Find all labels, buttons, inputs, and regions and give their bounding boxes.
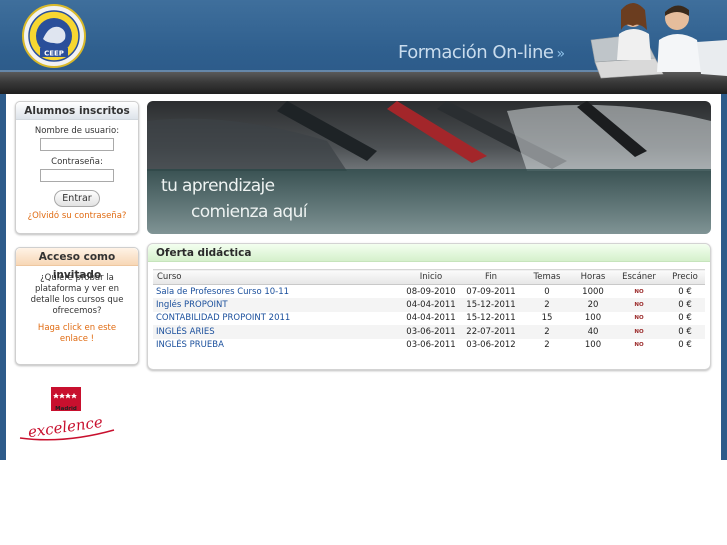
column-header-precio[interactable]: Precio (665, 269, 705, 285)
topics-count: 0 (544, 286, 550, 297)
login-panel: Alumnos inscritos Nombre de usuario: Con… (15, 101, 139, 234)
hours: 100 (584, 313, 602, 324)
scanner-badge: NO (613, 298, 665, 312)
offer-panel-title: Oferta didáctica (148, 244, 710, 262)
topics-count: 2 (544, 340, 550, 351)
end-date: 22-07-2011 (461, 325, 521, 339)
course-link[interactable]: Inglés PROPOINT (153, 298, 401, 312)
banner-line2: comienza aquí (191, 202, 308, 222)
login-panel-title: Alumnos inscritos (16, 102, 138, 120)
scanner-badge: NO (613, 325, 665, 339)
end-date: 15-12-2011 (466, 313, 516, 324)
start-date: 08-09-2010 (406, 286, 456, 297)
start-date: 04-04-2011 (401, 298, 461, 312)
column-header-escaner[interactable]: Escáner (613, 269, 665, 285)
column-header-curso[interactable]: Curso (153, 269, 401, 285)
column-header-inicio[interactable]: Inicio (401, 269, 461, 285)
end-date: 07-09-2011 (466, 286, 516, 297)
course-link[interactable]: INGLÉS ARIES (153, 325, 401, 339)
ceep-logo[interactable]: CEEP (21, 3, 87, 69)
table-row[interactable]: Inglés PROPOINT 04-04-2011 15-12-2011 2 … (153, 298, 705, 312)
frame-right (721, 94, 727, 460)
guest-description: ¿Quiere probar la plataforma y ver en de… (30, 273, 124, 316)
price: 0 € (665, 325, 705, 339)
page-bottom (0, 460, 727, 545)
hours: 100 (584, 340, 602, 351)
topics-count: 2 (521, 298, 573, 312)
login-button[interactable]: Entrar (54, 190, 100, 207)
logo-text: CEEP (44, 50, 64, 58)
hours: 40 (573, 325, 613, 339)
course-link[interactable]: CONTABILIDAD PROPOINT 2011 (153, 312, 401, 326)
scanner-badge: NO (634, 342, 644, 349)
forgot-password-link[interactable]: ¿Olvidó su contraseña? (16, 211, 138, 221)
courses-table: Curso Inicio Fin Temas Horas Escáner Pre… (153, 269, 705, 352)
price: 0 € (665, 298, 705, 312)
start-date: 03-06-2011 (406, 340, 456, 351)
table-row[interactable]: CONTABILIDAD PROPOINT 2011 04-04-2011 15… (153, 312, 705, 326)
tagline: Formación On-line» (398, 42, 565, 63)
table-row[interactable]: Sala de Profesores Curso 10-11 08-09-201… (153, 285, 705, 299)
scanner-badge: NO (634, 288, 644, 295)
excelence-script: excelence (27, 413, 104, 441)
start-date: 04-04-2011 (406, 313, 456, 324)
guest-panel-title: Acceso como invitado (16, 248, 138, 281)
course-link[interactable]: INGLÉS PRUEBA (153, 339, 401, 353)
hours: 1000 (582, 286, 604, 297)
madrid-logo-text: Madrid (55, 406, 77, 412)
scanner-badge: NO (634, 315, 644, 322)
column-header-fin[interactable]: Fin (461, 269, 521, 285)
tagline-arrows-icon: » (556, 46, 565, 62)
topics-count: 15 (541, 313, 553, 324)
hours: 20 (573, 298, 613, 312)
start-date: 03-06-2011 (401, 325, 461, 339)
column-header-temas[interactable]: Temas (521, 269, 573, 285)
end-date: 15-12-2011 (461, 298, 521, 312)
banner-line1: tu aprendizaje (161, 176, 275, 196)
offer-panel: Oferta didáctica Curso Inicio Fin Temas … (147, 243, 711, 370)
topics-count: 2 (521, 325, 573, 339)
course-link[interactable]: Sala de Profesores Curso 10-11 (153, 285, 401, 299)
table-row[interactable]: INGLÉS PRUEBA 03-06-2011 03-06-2012 2 10… (153, 339, 705, 353)
students-laptop-photo (590, 3, 727, 79)
guest-panel: Acceso como invitado ¿Quiere probar la p… (15, 247, 139, 365)
username-input[interactable] (40, 138, 114, 151)
guest-access-link[interactable]: Haga click en este enlace ! (16, 317, 138, 345)
price: 0 € (678, 340, 692, 351)
hero-banner: tu aprendizaje comienza aquí (147, 101, 711, 234)
tagline-text: Formación On-line (398, 42, 554, 63)
price: 0 € (678, 313, 692, 324)
site-header: CEEP Formación On-line» (0, 0, 727, 94)
password-input[interactable] (40, 169, 114, 182)
column-header-horas[interactable]: Horas (573, 269, 613, 285)
username-label: Nombre de usuario: (34, 126, 120, 136)
madrid-excelence-logo[interactable]: Madrid excelence (14, 386, 118, 448)
table-row[interactable]: INGLÉS ARIES 03-06-2011 22-07-2011 2 40 … (153, 325, 705, 339)
table-header-row: Curso Inicio Fin Temas Horas Escáner Pre… (153, 269, 705, 285)
end-date: 03-06-2012 (466, 340, 516, 351)
password-label: Contraseña: (51, 157, 103, 167)
price: 0 € (678, 286, 692, 297)
